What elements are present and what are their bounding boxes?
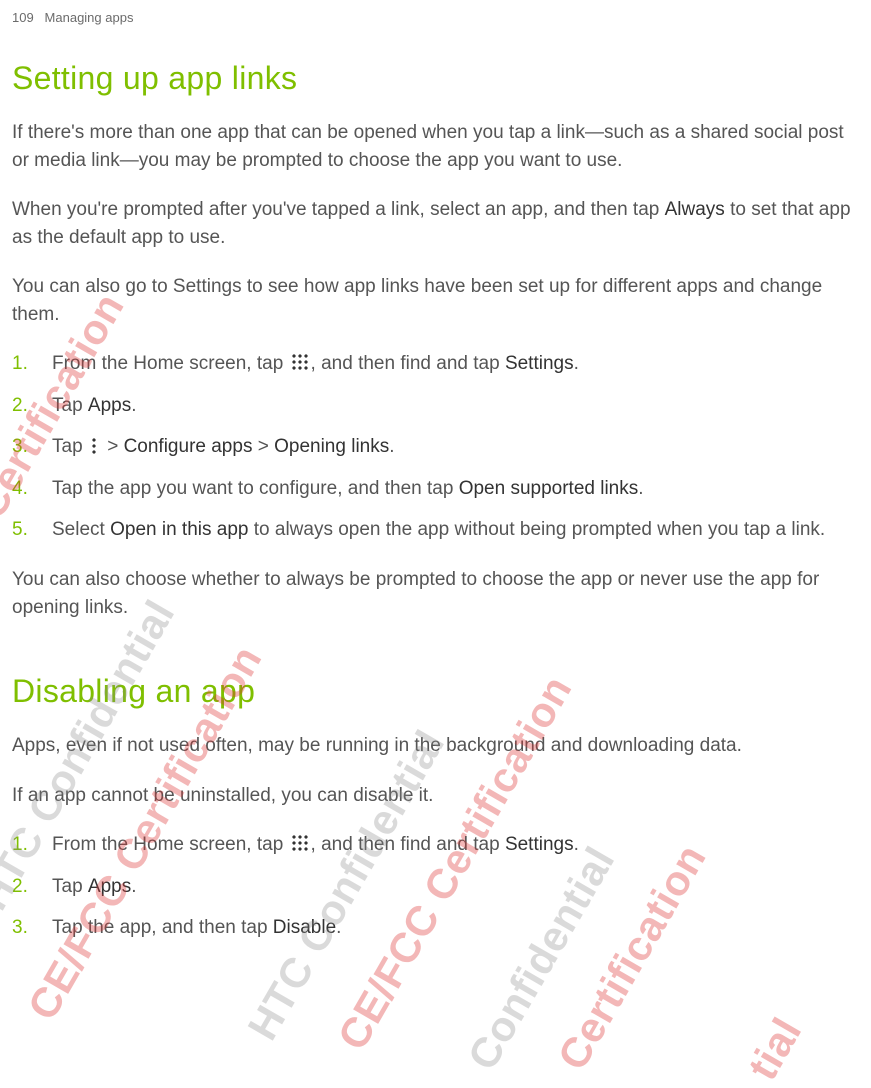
section1-title: Setting up app links [0,60,871,119]
section2-steps: 1. From the Home screen, tap , and then … [0,831,871,956]
step-tail: . [131,395,136,416]
section1-para2-a: When you're prompted after you've tapped… [12,199,665,220]
step-number: 4. [12,475,28,503]
step-1: 1. From the Home screen, tap , and then … [40,831,863,873]
section1-para4: You can also choose whether to always be… [0,558,871,643]
step-3: 3. Tap > Configure apps > Opening links. [40,433,863,475]
apps-label: Apps [88,395,131,416]
step-tail: . [574,353,579,374]
step-text: , and then find and tap [311,834,505,855]
chapter-title: Managing apps [45,10,134,25]
configure-apps-label: Configure apps [124,436,253,457]
page-container: 109 Managing apps Setting up app links I… [0,0,871,956]
open-supported-links-label: Open supported links [459,478,639,499]
step-text: Tap [52,876,88,897]
step-2: 2. Tap Apps. [40,392,863,434]
step-4: 4. Tap the app you want to configure, an… [40,475,863,517]
step-number: 1. [12,831,28,859]
step-5: 5. Select Open in this app to always ope… [40,516,863,558]
step-3: 3. Tap the app, and then tap Disable. [40,914,863,956]
disable-label: Disable [273,917,336,938]
apps-grid-icon [291,834,309,852]
step-tail: . [638,478,643,499]
open-in-this-app-label: Open in this app [110,519,248,540]
section2-para1: Apps, even if not used often, may be run… [0,732,871,782]
section1-para3: You can also go to Settings to see how a… [0,273,871,350]
watermark: tial [738,1010,811,1088]
step-2: 2. Tap Apps. [40,873,863,915]
section1-para2: When you're prompted after you've tapped… [0,196,871,273]
step-text: From the Home screen, tap [52,353,289,374]
step-text: Select [52,519,110,540]
section2-para2: If an app cannot be uninstalled, you can… [0,782,871,832]
step-number: 2. [12,873,28,901]
settings-label: Settings [505,834,574,855]
step-text: From the Home screen, tap [52,834,289,855]
step-number: 2. [12,392,28,420]
page-header: 109 Managing apps [0,10,871,60]
step-text: , and then find and tap [311,353,505,374]
step-sep2: > [252,436,274,457]
settings-label: Settings [505,353,574,374]
always-label: Always [665,199,725,220]
step-text: Tap [52,436,88,457]
step-tail: . [389,436,394,457]
step-text-after: to always open the app without being pro… [248,519,825,540]
step-number: 1. [12,350,28,378]
apps-grid-icon [291,353,309,371]
step-sep: > [102,436,124,457]
step-tail: . [131,876,136,897]
step-tail: . [574,834,579,855]
step-text: Tap the app, and then tap [52,917,273,938]
page-number: 109 [12,10,34,25]
section1-para1: If there's more than one app that can be… [0,119,871,196]
apps-label: Apps [88,876,131,897]
section1-steps: 1. From the Home screen, tap , and then … [0,350,871,558]
step-number: 3. [12,433,28,461]
step-text: Tap [52,395,88,416]
section2-title: Disabling an app [0,643,871,732]
step-tail: . [336,917,341,938]
more-vertical-icon [90,437,98,455]
step-text: Tap the app you want to configure, and t… [52,478,459,499]
opening-links-label: Opening links [274,436,389,457]
step-number: 5. [12,516,28,544]
step-number: 3. [12,914,28,942]
step-1: 1. From the Home screen, tap , and then … [40,350,863,392]
